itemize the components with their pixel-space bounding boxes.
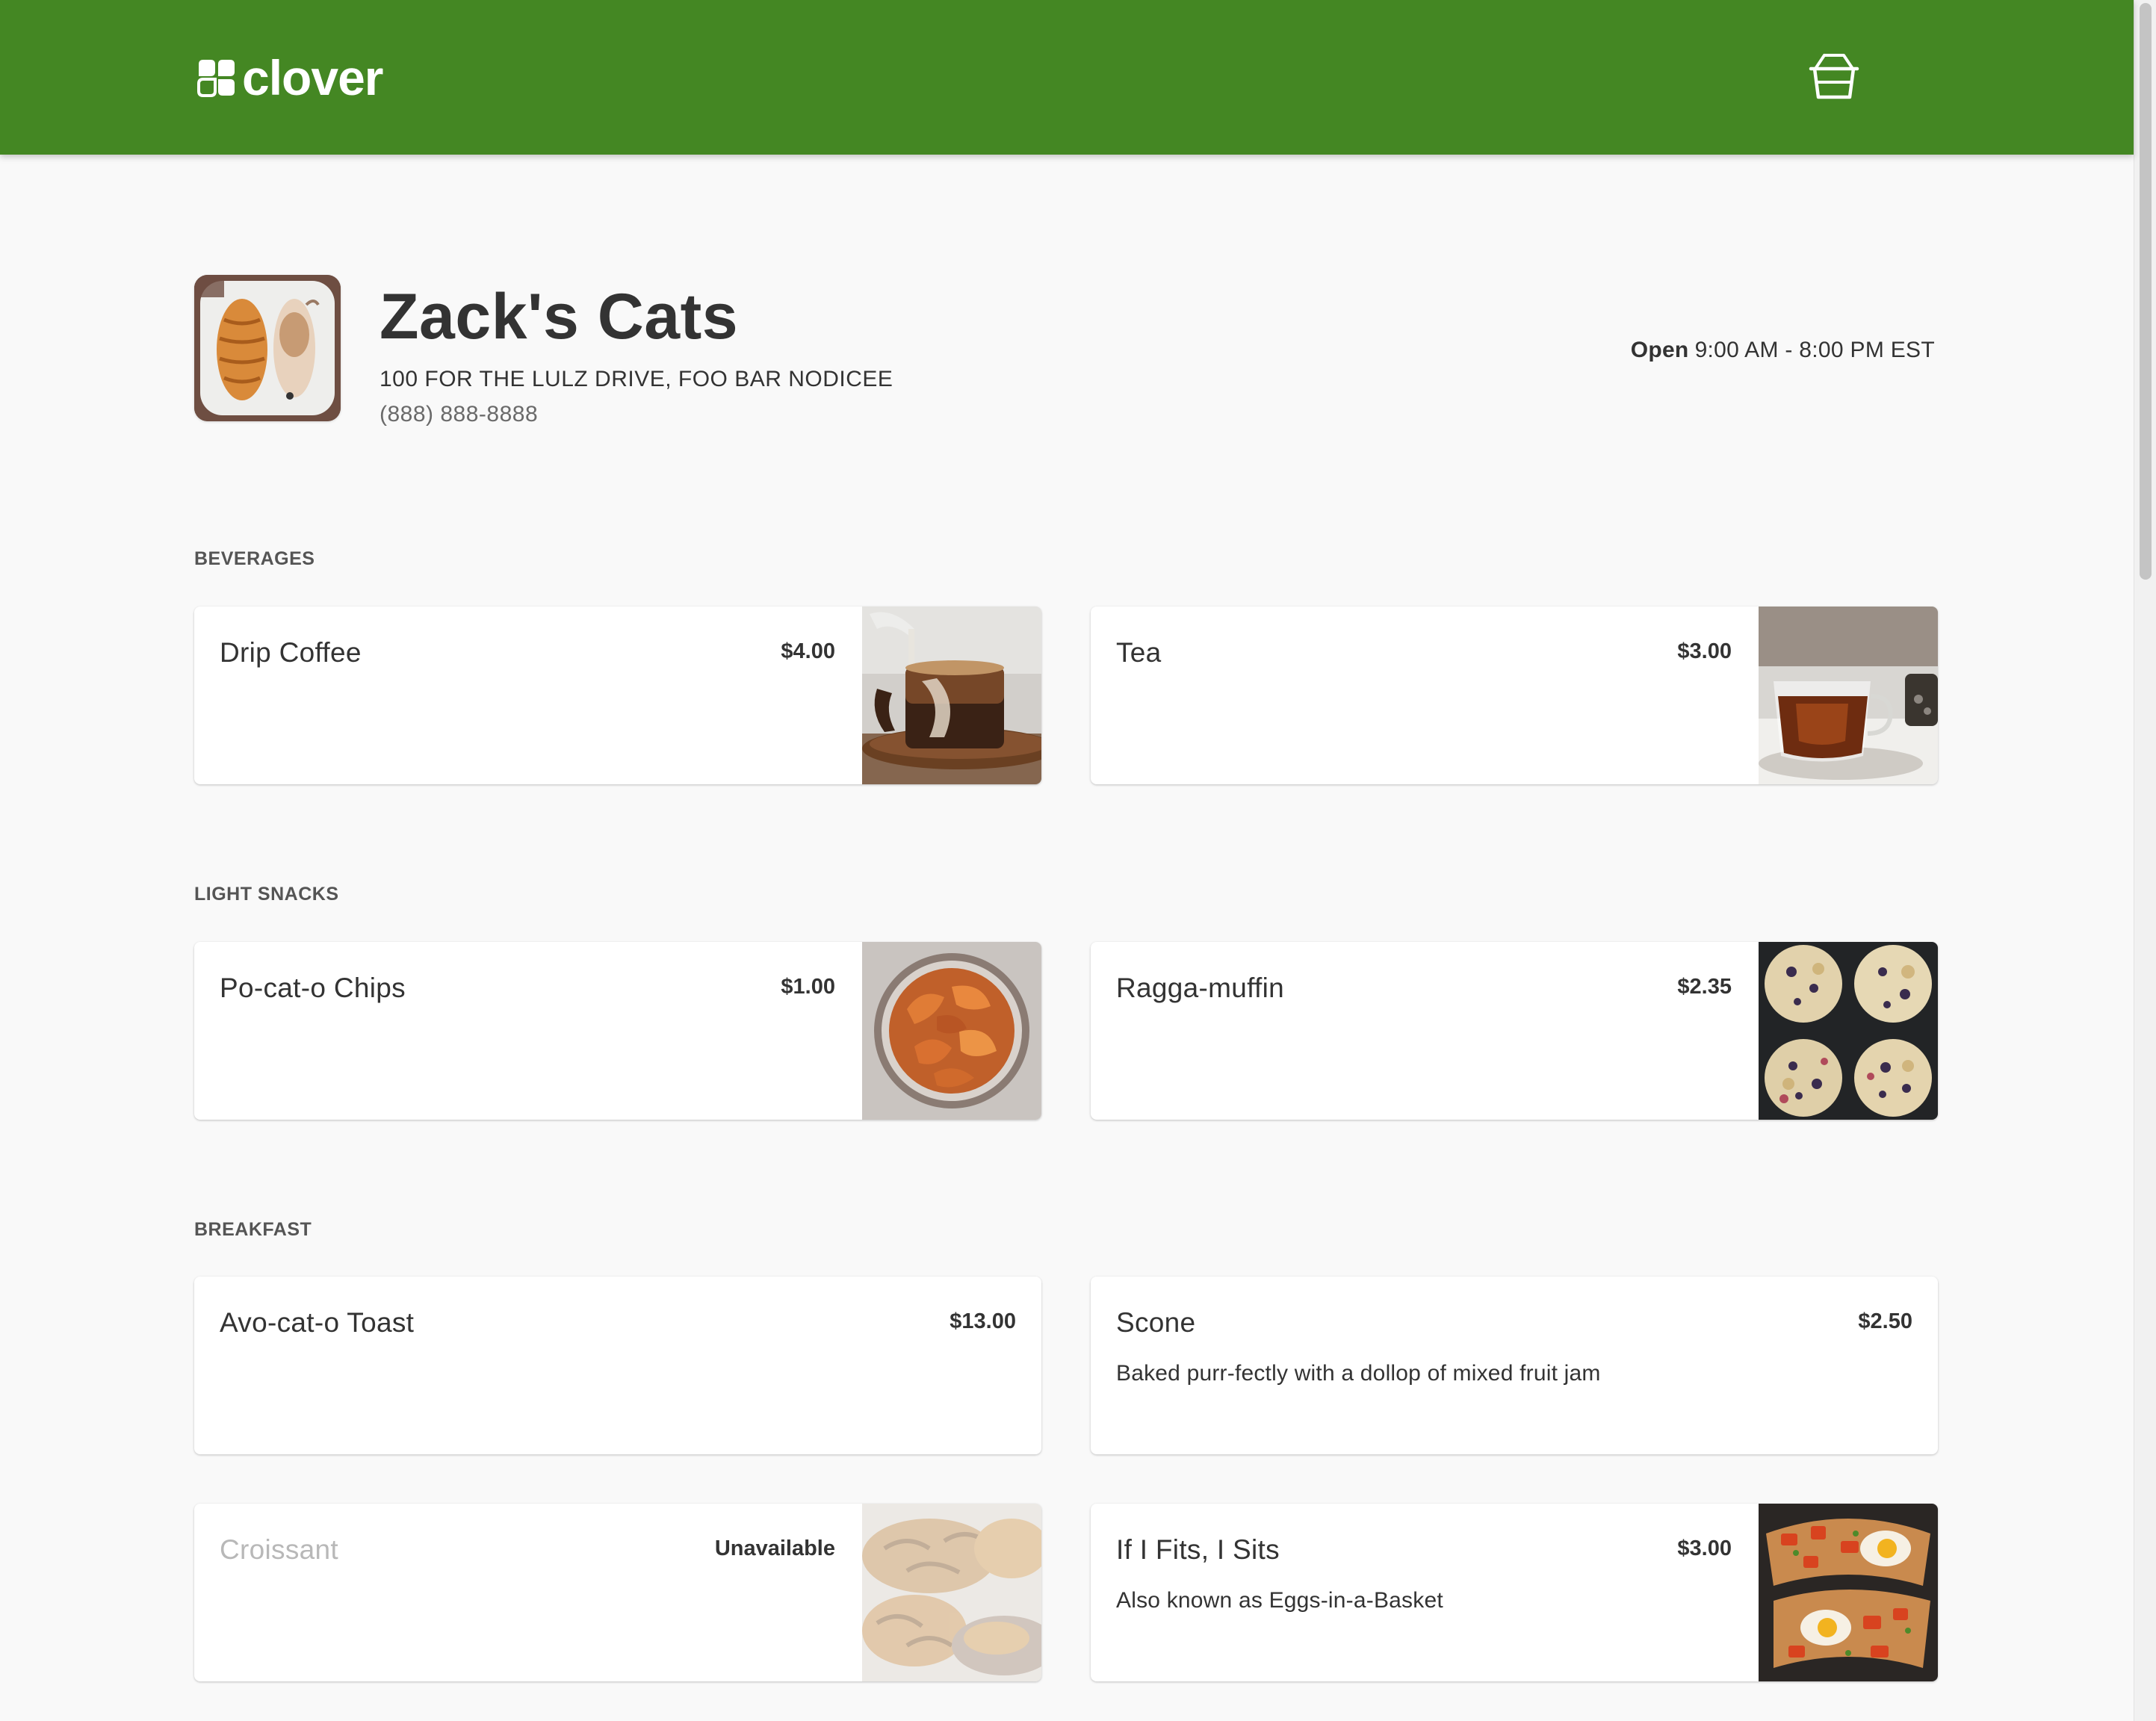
menu-item-croissant: Croissant Unavailable — [194, 1504, 1041, 1681]
item-price: $2.50 — [1858, 1309, 1912, 1333]
merchant-phone[interactable]: (888) 888-8888 — [380, 400, 538, 429]
item-price: $3.00 — [1677, 639, 1732, 663]
merchant-name: Zack's Cats — [380, 281, 739, 353]
item-description: Baked purr-fectly with a dollop of mixed… — [1116, 1361, 1601, 1386]
item-name: Drip Coffee — [220, 637, 362, 668]
merchant-address: 100 FOR THE LULZ DRIVE, FOO BAR NODICEE — [380, 367, 893, 391]
menu-item-ragga-muffin[interactable]: Ragga-muffin $2.35 — [1091, 942, 1938, 1120]
item-name: Po-cat-o Chips — [220, 973, 406, 1003]
eggs-in-basket-image — [1759, 1504, 1938, 1681]
clover-logo-icon — [197, 60, 235, 97]
item-name: Croissant — [220, 1534, 338, 1565]
section-title-breakfast: BREAKFAST — [194, 1219, 312, 1240]
item-price: $4.00 — [781, 639, 835, 663]
item-name: If I Fits, I Sits — [1116, 1534, 1280, 1565]
menu-item-avo-cat-o-toast[interactable]: Avo-cat-o Toast $13.00 — [194, 1277, 1041, 1454]
section-title-light-snacks: LIGHT SNACKS — [194, 884, 339, 905]
item-name: Avo-cat-o Toast — [220, 1307, 415, 1338]
merchant-logo — [194, 275, 341, 421]
section-title-beverages: BEVERAGES — [194, 548, 315, 569]
item-name: Tea — [1116, 637, 1162, 668]
croissants-image — [862, 1504, 1041, 1681]
chips-bowl-image — [862, 942, 1041, 1120]
menu-item-tea[interactable]: Tea $3.00 — [1091, 607, 1938, 784]
menu-item-if-i-fits-i-sits[interactable]: If I Fits, I Sits $3.00 Also known as Eg… — [1091, 1504, 1938, 1681]
croissant-cat-logo — [194, 275, 341, 421]
menu-item-drip-coffee[interactable]: Drip Coffee $4.00 — [194, 607, 1041, 784]
item-price: $3.00 — [1677, 1537, 1732, 1560]
tea-cup-image — [1759, 607, 1938, 784]
item-price: $1.00 — [781, 975, 835, 999]
menu-item-po-cat-o-chips[interactable]: Po-cat-o Chips $1.00 — [194, 942, 1041, 1120]
cart-button[interactable] — [1808, 52, 1860, 102]
item-unavailable-label: Unavailable — [714, 1537, 835, 1560]
scrollbar-thumb[interactable] — [2140, 3, 2152, 580]
item-name: Ragga-muffin — [1116, 973, 1285, 1003]
basket-icon — [1809, 54, 1859, 99]
business-hours: Open 9:00 AM - 8:00 PM EST — [1631, 335, 1935, 366]
brand-name: clover — [242, 50, 383, 105]
hours-text: 9:00 AM - 8:00 PM EST — [1694, 338, 1935, 362]
item-description: Also known as Eggs-in-a-Basket — [1116, 1588, 1443, 1613]
clover-logo[interactable]: clover — [194, 50, 383, 105]
muffins-image — [1759, 942, 1938, 1120]
merchant-info: Zack's Cats 100 FOR THE LULZ DRIVE, FOO … — [194, 275, 1935, 432]
hours-status: Open — [1630, 338, 1689, 362]
top-header: clover — [0, 0, 2134, 155]
coffee-cup-image — [862, 607, 1041, 784]
item-price: $2.35 — [1677, 975, 1732, 999]
menu-item-scone[interactable]: Scone $2.50 Baked purr-fectly with a dol… — [1091, 1277, 1938, 1454]
page-scrollbar[interactable] — [2134, 0, 2156, 1721]
item-price: $13.00 — [950, 1309, 1016, 1333]
item-name: Scone — [1116, 1307, 1196, 1338]
